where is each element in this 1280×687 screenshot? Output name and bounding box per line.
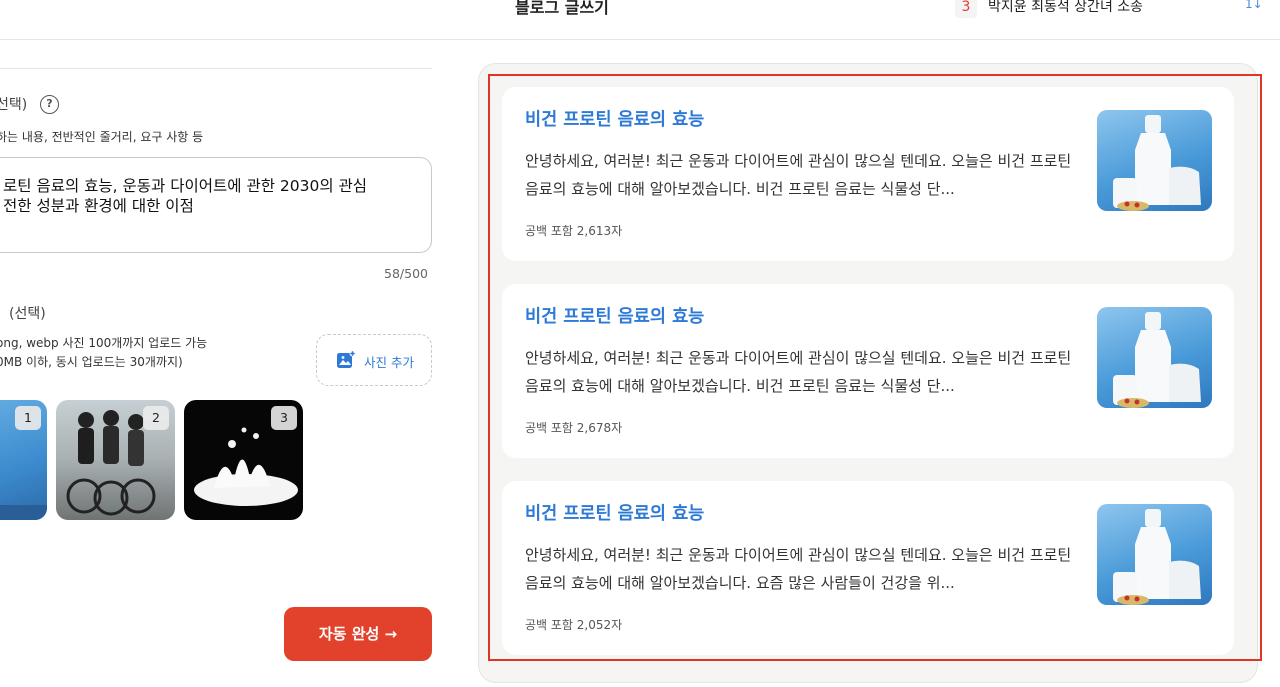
uploaded-photo-thumbnail[interactable]: 2 <box>56 400 175 520</box>
content-field-hint: 하는 내용, 전반적인 줄거리, 요구 사항 등 <box>0 130 204 144</box>
trend-rank-badge: 3 <box>955 0 977 18</box>
page-title: 블로그 글쓰기 <box>515 0 609 17</box>
photo-field-label: (선택) <box>9 306 46 322</box>
add-photo-label: 사진 추가 <box>364 355 414 370</box>
photo-order-badge: 2 <box>143 406 169 430</box>
char-counter: 58/500 <box>384 266 428 281</box>
uploaded-photo-thumbnail[interactable]: 1 <box>0 400 47 520</box>
photo-order-badge: 3 <box>271 406 297 430</box>
content-field-label: 선택) <box>0 97 28 113</box>
blog-writer-page: 블로그 글쓰기 3 박지윤 최동석 상간녀 소송 1↓ 선택) ? 하는 내용,… <box>0 0 1280 687</box>
uploaded-photo-thumbnail[interactable]: 3 <box>184 400 303 520</box>
trending-keyword[interactable]: 박지윤 최동석 상간녀 소송 <box>988 0 1143 16</box>
add-photo-button[interactable]: 사진 추가 <box>316 334 432 386</box>
photo-upload-hint: ong, webp 사진 100개까지 업로드 가능 0MB 이하, 동시 업로… <box>0 336 208 369</box>
section-divider <box>0 68 432 69</box>
selection-highlight-box <box>488 74 1262 661</box>
image-add-icon <box>337 350 356 368</box>
trend-change-indicator: 1↓ <box>1245 0 1263 11</box>
content-textarea[interactable]: 로틴 음료의 효능, 운동과 다이어트에 관한 2030의 관심 전한 성분과 … <box>0 157 432 253</box>
help-icon[interactable]: ? <box>40 95 59 114</box>
photo-order-badge: 1 <box>15 406 41 430</box>
autocomplete-button[interactable]: 자동 완성 → <box>284 607 432 661</box>
top-bar: 블로그 글쓰기 3 박지윤 최동석 상간녀 소송 1↓ <box>0 0 1280 40</box>
